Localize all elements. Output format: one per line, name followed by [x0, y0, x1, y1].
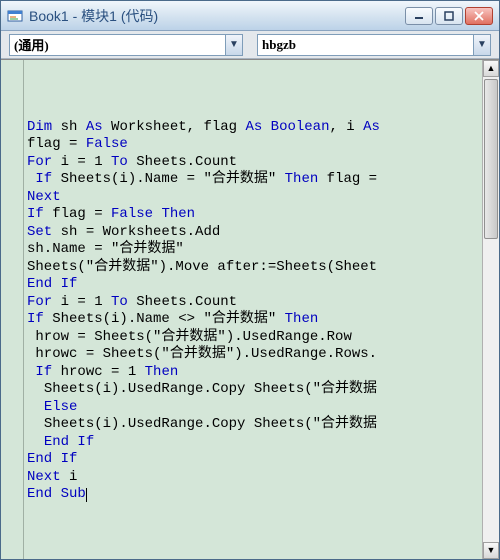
code-line: Dim sh As Worksheet, flag As Boolean, i …: [27, 119, 482, 137]
code-line: hrow = Sheets("合并数据").UsedRange.Row: [27, 329, 482, 347]
procedure-dropdown-value: hbgzb: [258, 37, 473, 53]
code-line: sh.Name = "合并数据": [27, 241, 482, 259]
vertical-scrollbar[interactable]: ▲ ▼: [482, 60, 499, 559]
code-line: If Sheets(i).Name = "合并数据" Then flag =: [27, 171, 482, 189]
module-icon: [7, 8, 23, 24]
maximize-button[interactable]: [435, 7, 463, 25]
object-dropdown[interactable]: (通用) ▼: [9, 34, 243, 56]
close-icon: [474, 11, 484, 21]
code-line: Set sh = Worksheets.Add: [27, 224, 482, 242]
scroll-thumb[interactable]: [484, 79, 498, 239]
code-line: If flag = False Then: [27, 206, 482, 224]
code-line: flag = False: [27, 136, 482, 154]
chevron-down-icon: ▼: [225, 35, 242, 55]
code-line: For i = 1 To Sheets.Count: [27, 154, 482, 172]
chevron-down-icon: ▼: [473, 35, 490, 55]
code-line: End If: [27, 451, 482, 469]
code-line: Sheets(i).UsedRange.Copy Sheets("合并数据: [27, 416, 482, 434]
object-dropdown-value: (通用): [10, 35, 225, 54]
code-line: End Sub: [27, 486, 482, 504]
code-line: If Sheets(i).Name <> "合并数据" Then: [27, 311, 482, 329]
code-line: End If: [27, 434, 482, 452]
code-line: End If: [27, 276, 482, 294]
code-line: Else: [27, 399, 482, 417]
code-line: hrowc = Sheets("合并数据").UsedRange.Rows.: [27, 346, 482, 364]
code-line: Next i: [27, 469, 482, 487]
code-line: Sheets("合并数据").Move after:=Sheets(Sheet: [27, 259, 482, 277]
window-controls: [405, 7, 493, 25]
gutter-line: [23, 60, 24, 559]
vba-code-window: Book1 - 模块1 (代码) (通用) ▼ hbgzb ▼ Dim sh A…: [0, 0, 500, 560]
code-editor[interactable]: Dim sh As Worksheet, flag As Boolean, i …: [1, 60, 482, 559]
scroll-down-button[interactable]: ▼: [483, 542, 499, 559]
close-button[interactable]: [465, 7, 493, 25]
code-line: For i = 1 To Sheets.Count: [27, 294, 482, 312]
code-line: Next: [27, 189, 482, 207]
object-proc-selectors: (通用) ▼ hbgzb ▼: [1, 31, 499, 59]
scroll-up-button[interactable]: ▲: [483, 60, 499, 77]
titlebar[interactable]: Book1 - 模块1 (代码): [1, 1, 499, 31]
scroll-track[interactable]: [483, 77, 499, 542]
code-area-wrap: Dim sh As Worksheet, flag As Boolean, i …: [1, 59, 499, 559]
minimize-icon: [414, 11, 424, 21]
procedure-dropdown[interactable]: hbgzb ▼: [257, 34, 491, 56]
code-line: If hrowc = 1 Then: [27, 364, 482, 382]
text-cursor: [86, 488, 87, 502]
code-line: Sheets(i).UsedRange.Copy Sheets("合并数据: [27, 381, 482, 399]
maximize-icon: [444, 11, 454, 21]
minimize-button[interactable]: [405, 7, 433, 25]
window-title: Book1 - 模块1 (代码): [29, 6, 405, 26]
